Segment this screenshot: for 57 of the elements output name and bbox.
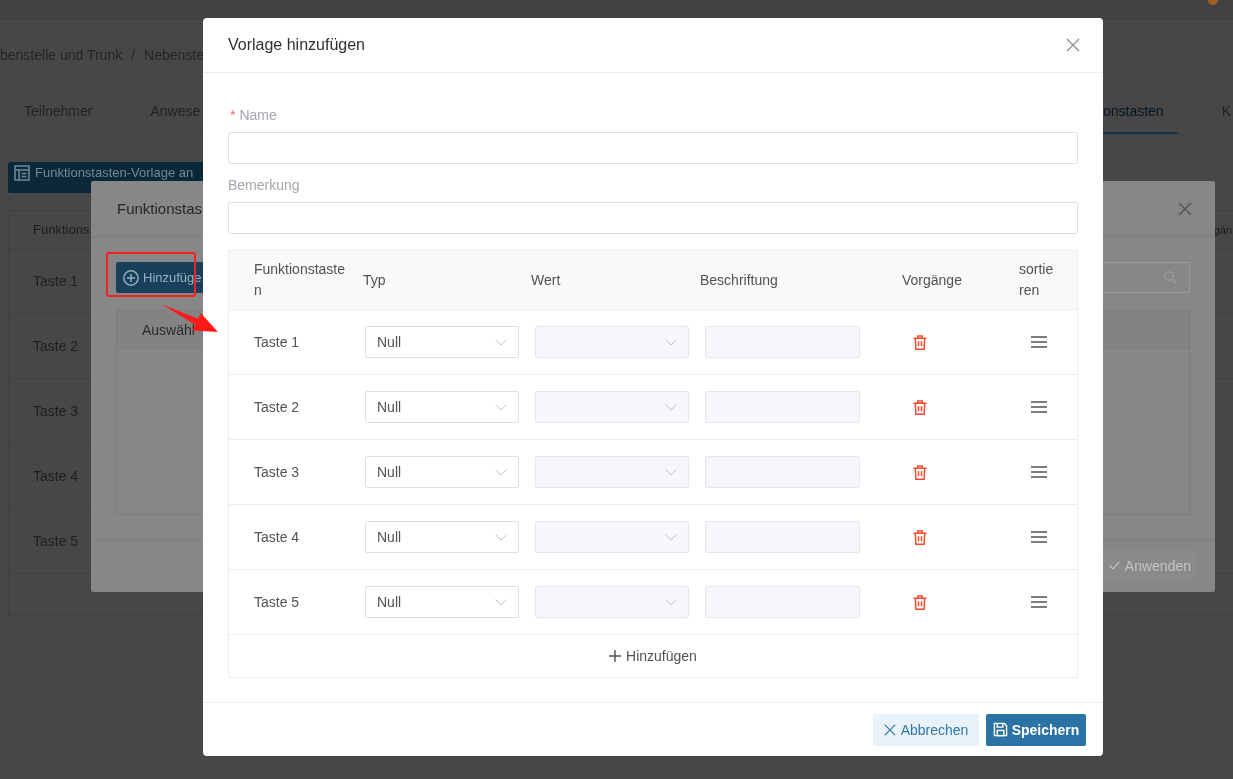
hamburger-icon[interactable] [1031, 466, 1047, 478]
breadcrumb-separator: / [131, 46, 136, 65]
text-field[interactable] [228, 132, 1078, 164]
trash-icon[interactable] [913, 399, 927, 415]
table-cell: Taste 5 [254, 594, 300, 610]
table-cell: Taste 4 [254, 529, 300, 545]
table-icon [14, 165, 30, 181]
column-header: Beschriftung [700, 271, 778, 288]
close-icon[interactable] [1178, 201, 1192, 216]
chevron-down-icon [495, 338, 507, 346]
column-header: sortieren [1019, 260, 1055, 300]
column-header: Vorgänge [902, 271, 962, 288]
hamburger-icon[interactable] [1031, 336, 1047, 348]
table-cell: Taste 1 [254, 334, 300, 350]
field-label: Name [239, 106, 277, 125]
chevron-down-icon [495, 468, 507, 476]
hamburger-icon[interactable] [1031, 401, 1047, 413]
column-header: Funktionstasten [254, 260, 347, 300]
dialog-title: Funktionstas [117, 200, 203, 217]
chevron-down-icon [665, 468, 677, 476]
trash-icon[interactable] [913, 529, 927, 545]
dialog-title: Vorlage hinzufügen [228, 36, 365, 54]
trash-icon[interactable] [913, 334, 927, 350]
chevron-down-icon [495, 403, 507, 411]
trash-icon[interactable] [913, 464, 927, 480]
close-icon [883, 723, 896, 736]
field-label: Bemerkung [228, 176, 300, 195]
chevron-down-icon [495, 598, 507, 606]
plus-icon [609, 650, 622, 662]
save-button[interactable]: Speichern [986, 713, 1086, 746]
check-icon [1109, 560, 1120, 571]
column-header: Typ [363, 271, 386, 288]
add-row-button[interactable]: Hinzufügen [609, 648, 697, 664]
type-select[interactable]: Null [365, 326, 519, 358]
chevron-down-icon [495, 533, 507, 541]
type-select[interactable]: Null [365, 586, 519, 618]
table-cell: Taste 2 [254, 399, 300, 415]
column-header: Auswähl [142, 321, 195, 338]
save-icon [992, 722, 1008, 737]
table-cell: Taste 3 [254, 464, 300, 480]
hamburger-icon[interactable] [1031, 531, 1047, 543]
chevron-down-icon [665, 338, 677, 346]
hamburger-icon[interactable] [1031, 596, 1047, 608]
trash-icon[interactable] [913, 594, 927, 610]
chevron-down-icon [665, 598, 677, 606]
search-field[interactable] [1103, 262, 1190, 293]
column-header: Wert [531, 271, 561, 288]
type-select[interactable]: Null [365, 521, 519, 553]
chevron-down-icon [665, 403, 677, 411]
plus-circle-icon [123, 269, 139, 286]
cancel-button[interactable]: Abbrechen [873, 713, 979, 746]
close-icon[interactable] [1066, 38, 1080, 52]
type-select[interactable]: Null [365, 391, 519, 423]
chevron-down-icon [665, 533, 677, 541]
type-select[interactable]: Null [365, 456, 519, 488]
text-field[interactable] [228, 202, 1078, 234]
required-asterisk: * [230, 106, 236, 125]
